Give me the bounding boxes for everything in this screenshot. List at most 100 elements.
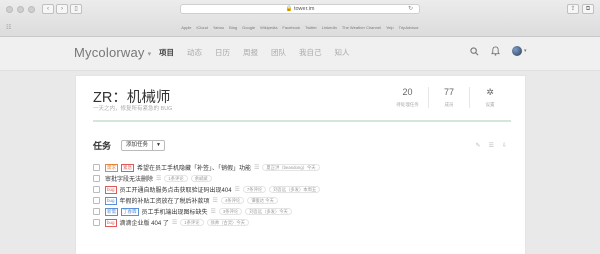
task-meta-badge: 3条评论 <box>218 207 243 216</box>
project-description: 一天之内，修复所有紧急的 BUG <box>93 106 173 112</box>
lock-icon: 🔒 <box>285 6 293 12</box>
search-icon[interactable] <box>470 46 479 56</box>
task-meta-badge: 7条评论 <box>242 185 267 194</box>
list-view-icon[interactable]: ☰ <box>489 142 494 149</box>
bookmark-link[interactable]: Yelp <box>386 21 394 35</box>
task-description-icon: ☰ <box>171 220 178 226</box>
task-tag[interactable]: bug <box>105 218 117 227</box>
bookmark-link[interactable]: LinkedIn <box>322 21 337 35</box>
stat-settings[interactable]: ✲ 设置 <box>469 87 510 108</box>
sidebar-icon[interactable]: ▯ <box>70 4 82 14</box>
task-tag[interactable]: 紧急 <box>121 163 134 172</box>
bookmark-link[interactable]: Bing <box>229 21 237 35</box>
bookmark-link[interactable]: Google <box>242 21 255 35</box>
nav-item[interactable]: 动态 <box>187 47 202 58</box>
avatar[interactable] <box>512 46 522 56</box>
task-checkbox[interactable] <box>93 197 100 204</box>
task-checkbox[interactable] <box>93 175 100 182</box>
task-checkbox[interactable] <box>93 164 100 171</box>
settings-gear-icon: ✲ <box>486 87 494 97</box>
browser-nav: ‹ › ▯ <box>42 4 82 14</box>
add-task-button[interactable]: 添加任务 ▼ <box>121 140 165 151</box>
add-task-label: 添加任务 <box>126 142 149 148</box>
task-row[interactable]: bug 员工开通自助服务点击获取验证码出现404 ☰ 7条评论 刘吾远（多发）本周五 <box>93 184 513 195</box>
bookmark-link[interactable]: Twitter <box>305 21 317 35</box>
nav-item[interactable]: 我自己 <box>299 47 322 58</box>
bell-icon[interactable] <box>491 46 500 56</box>
close-window-icon[interactable] <box>6 6 13 13</box>
task-checkbox[interactable] <box>93 219 100 226</box>
browser-chrome: ‹ › ▯ 🔒 tower.im ↻ ⇪ ⧉ ☷ Apple iCloud Yaho… <box>0 0 600 37</box>
chevron-down-icon: ▾ <box>147 50 152 58</box>
task-row[interactable]: 新需 丁春霖 员工手机端出现图标缺失 ☰ 3条评论 刘吾远（多发）今天 <box>93 206 513 217</box>
stat-members[interactable]: 77 成员 <box>428 87 469 108</box>
task-row[interactable]: 审批字段无法删除 ☰ 1条评论 余斌斌 <box>93 173 513 184</box>
task-row[interactable]: bug 滴滴企业版 404 了 ☰ 1条评论 徐帅（古灵）今天 <box>93 217 513 228</box>
zoom-window-icon[interactable] <box>28 6 35 13</box>
address-bar[interactable]: 🔒 tower.im ↻ <box>180 4 420 14</box>
task-meta-badge: 1条评论 <box>180 218 204 227</box>
browser-actions: ⇪ ⧉ <box>567 4 594 14</box>
tabs-icon[interactable]: ⧉ <box>582 4 594 14</box>
project-stats: 20 待处理任务 77 成员 ✲ 设置 <box>387 87 510 108</box>
task-tag[interactable]: bug <box>105 196 117 205</box>
window-controls <box>6 6 35 13</box>
task-description-icon: ☰ <box>254 165 260 171</box>
nav-item[interactable]: 项目 <box>159 47 174 58</box>
task-tag[interactable]: 丁春霖 <box>121 207 139 216</box>
section-title: 任务 <box>93 141 112 151</box>
forward-icon[interactable]: › <box>56 4 68 14</box>
share-icon[interactable]: ⇪ <box>567 4 579 14</box>
download-icon[interactable]: ⇩ <box>502 142 507 149</box>
bookmark-link[interactable]: Wikipedia <box>260 21 277 35</box>
brand-name: Mycolorway <box>74 45 145 60</box>
tasks-header: 任务 添加任务 ▼ <box>93 139 165 152</box>
task-title[interactable]: 滴滴企业版 404 了 <box>120 218 169 227</box>
edit-icon[interactable]: ✎ <box>476 142 481 149</box>
task-title[interactable]: 希望在员工手机隐藏「补签」、「销假」功能 <box>137 163 251 172</box>
bookmark-link[interactable]: iCloud <box>197 21 208 35</box>
task-tag[interactable]: 需求 <box>105 163 118 172</box>
team-switcher[interactable]: Mycolorway ▾ <box>74 45 151 60</box>
bookmark-link[interactable]: TripAdvisor <box>399 21 419 35</box>
stat-pending-tasks[interactable]: 20 待处理任务 <box>387 87 428 108</box>
stat-label: 待处理任务 <box>396 102 419 107</box>
stat-value: 77 <box>443 87 454 97</box>
main-nav: 项目 动态 日历 周报 团队 我自己 知人 <box>159 47 350 58</box>
bookmark-link[interactable]: Yahoo <box>213 21 224 35</box>
task-title[interactable]: 审批字段无法删除 <box>105 174 153 183</box>
chevron-down-icon[interactable]: ▾ <box>524 48 527 54</box>
back-icon[interactable]: ‹ <box>42 4 54 14</box>
caret-down-icon[interactable]: ▼ <box>152 141 164 150</box>
task-tag[interactable]: bug <box>105 185 117 194</box>
bookmark-link[interactable]: Facebook <box>282 21 300 35</box>
task-meta-badge: 4条评论 <box>220 196 245 205</box>
bookmark-link[interactable]: Apple <box>181 21 191 35</box>
reload-icon[interactable]: ↻ <box>408 5 413 14</box>
task-meta-badge: 刘吾远（多发）本周五 <box>269 185 321 194</box>
minimize-window-icon[interactable] <box>17 6 24 13</box>
task-row[interactable]: 需求 紧急 希望在员工手机隐藏「补签」、「销假」功能 ☰ 夏正洪（beandong）今天 <box>93 162 513 173</box>
task-description-icon: ☰ <box>210 209 216 215</box>
task-checkbox[interactable] <box>93 186 100 193</box>
nav-item[interactable]: 周报 <box>243 47 258 58</box>
header-tools: ▾ <box>470 46 527 56</box>
task-description-icon: ☰ <box>234 187 240 193</box>
task-tools: ✎ ☰ ⇩ <box>476 142 507 149</box>
task-list: 需求 紧急 希望在员工手机隐藏「补签」、「销假」功能 ☰ 夏正洪（beandong）今天… <box>93 162 513 228</box>
stat-label: 成员 <box>444 102 454 107</box>
task-description-icon: ☰ <box>212 198 218 204</box>
task-title[interactable]: 年假的补贴工资放在了税后补款项 <box>120 196 210 205</box>
stat-value: 20 <box>402 87 413 97</box>
task-meta-badge: 余斌斌 <box>190 174 212 183</box>
nav-item[interactable]: 团队 <box>271 47 286 58</box>
task-title[interactable]: 员工开通自助服务点击获取验证码出现404 <box>120 185 232 194</box>
task-checkbox[interactable] <box>93 208 100 215</box>
task-row[interactable]: bug 年假的补贴工资放在了税后补款项 ☰ 4条评论 谭俊达 今天 <box>93 195 513 206</box>
nav-item[interactable]: 日历 <box>215 47 230 58</box>
task-tag[interactable]: 新需 <box>105 207 118 216</box>
task-meta-badge: 刘吾远（多发）今天 <box>245 207 292 216</box>
task-title[interactable]: 员工手机端出现图标缺失 <box>142 207 208 216</box>
bookmark-link[interactable]: The Weather Channel <box>342 21 381 35</box>
nav-item[interactable]: 知人 <box>335 47 350 58</box>
